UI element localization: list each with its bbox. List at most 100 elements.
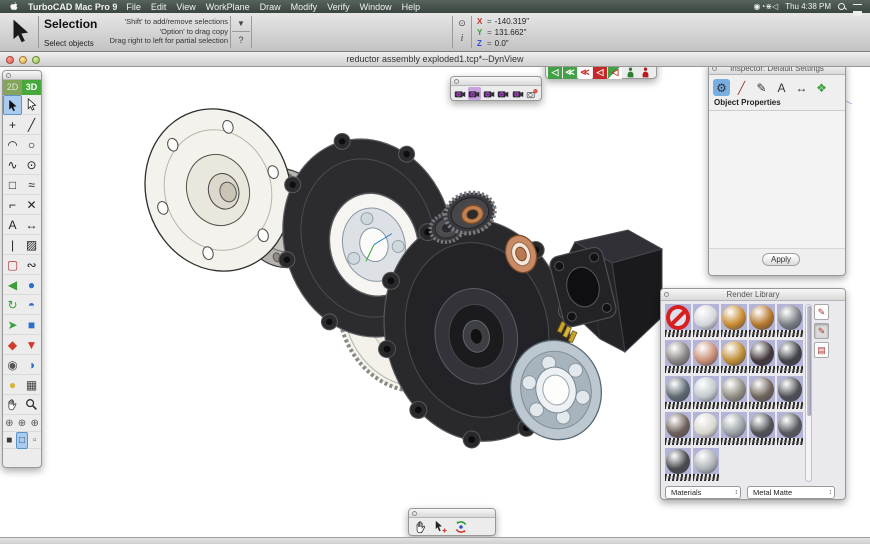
deselect-by-person-icon[interactable] [638,65,652,79]
revolve-tool[interactable]: ↻ [3,295,22,315]
boolean-add-tool[interactable]: ◆ [3,335,22,355]
swatch-charcoal[interactable] [777,412,803,445]
render-camera-icon[interactable] [511,87,525,100]
view-iso-tool[interactable]: ⊕ [3,415,16,432]
deselect-all-filter-icon[interactable]: ◁ [593,65,607,79]
palette-close-button[interactable] [412,511,417,516]
boolean-subtract-tool[interactable]: ▼ [22,335,41,355]
palette-header[interactable] [409,509,495,518]
app-name[interactable]: TurboCAD Mac Pro 9 [28,2,117,12]
camera-target-icon[interactable] [526,87,540,100]
menubar-clock[interactable]: Thu 4:38 PM [785,2,831,11]
facet-tool[interactable]: ◉ [3,355,22,375]
tab-3d[interactable]: 3D [22,80,41,95]
swatch-aluminum[interactable] [721,412,747,445]
palette-close-button[interactable] [454,79,459,84]
object-properties-icon[interactable]: ⚙ [713,79,730,96]
scrollbar-thumb[interactable] [807,306,812,416]
invert-selection-filter-icon[interactable]: ◁ [608,65,622,79]
ellipse-tool[interactable]: ⊙ [22,155,41,175]
swatch-nickel[interactable] [721,376,747,409]
coordinate-info-icon[interactable]: i [455,31,469,47]
extrude-tool[interactable]: ◀ [3,275,22,295]
notification-center-icon[interactable] [853,4,862,11]
select-open-tool[interactable] [22,95,41,115]
line-tool[interactable]: ╱ [22,115,41,135]
rectangle-tool[interactable]: □ [3,175,22,195]
palette-header[interactable]: Render Library [661,289,845,301]
menu-edit[interactable]: Edit [151,2,167,12]
render-scene-icon[interactable] [453,87,467,100]
swatch-umber[interactable] [665,412,691,445]
workplane-style-icon[interactable]: ❖ [813,79,830,96]
material-style-dropdown[interactable]: Metal Matte ↕ [747,486,835,499]
spotlight-icon[interactable] [838,3,846,11]
point-tool[interactable]: + [3,115,22,135]
material-edit-button[interactable]: ✎ [814,323,829,339]
menu-help[interactable]: Help [402,2,421,12]
swatch-brass[interactable] [721,340,747,373]
swatch-blue-steel[interactable] [665,376,691,409]
swatch-gunmetal[interactable] [749,412,775,445]
curve-tool[interactable]: ∿ [3,155,22,175]
menu-workplane[interactable]: WorkPlane [206,2,250,12]
freehand-tool[interactable]: ≈ [22,175,41,195]
swatch-dark-bronze[interactable] [749,340,775,373]
palette-close-button[interactable] [6,73,11,78]
menu-modify[interactable]: Modify [291,2,318,12]
sphere-tool[interactable]: ● [22,275,41,295]
circle-tool[interactable]: ○ [22,135,41,155]
pan-hand-icon[interactable] [412,519,429,535]
render-lights-icon[interactable] [482,87,496,100]
text-tool[interactable]: A [3,215,22,235]
shaded-view-tool[interactable]: ■ [3,432,16,449]
render-settings-tool[interactable]: ▦ [22,375,41,395]
select-all-filter-icon[interactable]: ◁ [548,65,562,79]
swatch-platinum[interactable] [693,412,719,445]
swatch-silver[interactable] [693,376,719,409]
apply-button[interactable]: Apply [762,253,800,266]
swatch-steel-light[interactable] [693,448,719,481]
swatch-no-material[interactable] [665,304,691,337]
slice-tool[interactable]: ◑ [22,355,41,375]
swatch-bronze-gray[interactable] [749,376,775,409]
render-screen-icon[interactable] [497,87,511,100]
select-multi-filter-icon[interactable]: ≪ [563,65,577,79]
swatch-graphite[interactable] [777,340,803,373]
text-style-icon[interactable]: A [773,79,790,96]
select-by-person-icon[interactable] [623,65,637,79]
wireframe-view-tool[interactable]: □ [16,432,29,449]
zoom-cursor-icon[interactable] [432,519,449,535]
menubar-volume-icon[interactable]: ◁ [772,2,778,11]
single-line-tool[interactable]: | [3,235,22,255]
swatch-bronze[interactable] [749,304,775,337]
brush-style-icon[interactable]: ✎ [753,79,770,96]
coordinate-x-value[interactable]: -140.319" [495,16,529,27]
view-front-tool[interactable]: ⊕ [16,415,29,432]
dimension-style-icon[interactable]: ↔ [793,79,810,96]
palette-header[interactable] [451,77,541,86]
sweep-tool[interactable]: ➤ [3,315,22,335]
materials-dropdown[interactable]: Materials ↕ [665,486,741,499]
tool-help-button[interactable]: ? [232,32,250,49]
material-list-button[interactable]: ▤ [814,342,829,358]
menu-window[interactable]: Window [360,2,392,12]
bezier-tool[interactable]: ∾ [22,255,41,275]
pen-style-icon[interactable]: ╱ [733,79,750,96]
palette-header[interactable] [3,71,41,80]
swatch-copper[interactable] [693,340,719,373]
pan-tool[interactable] [3,395,22,415]
document-title-bar[interactable]: reductor assembly exploded1.tcp*--DynVie… [0,52,870,67]
box-tool[interactable]: ■ [22,315,41,335]
tab-2d[interactable]: 2D [3,80,22,95]
swatch-steel-dark[interactable] [777,304,803,337]
render-selection-icon[interactable] [468,87,482,100]
coordinate-z-value[interactable]: 0.0" [495,38,509,49]
hidden-line-view-tool[interactable]: ▫ [28,432,41,449]
coordinate-y-value[interactable]: 131.662" [495,27,527,38]
dimension-tool[interactable]: ↔ [22,215,41,235]
menu-verify[interactable]: Verify [327,2,350,12]
menu-view[interactable]: View [176,2,195,12]
swatch-scrollbar[interactable] [805,304,812,482]
orbit-icon[interactable] [452,519,469,535]
